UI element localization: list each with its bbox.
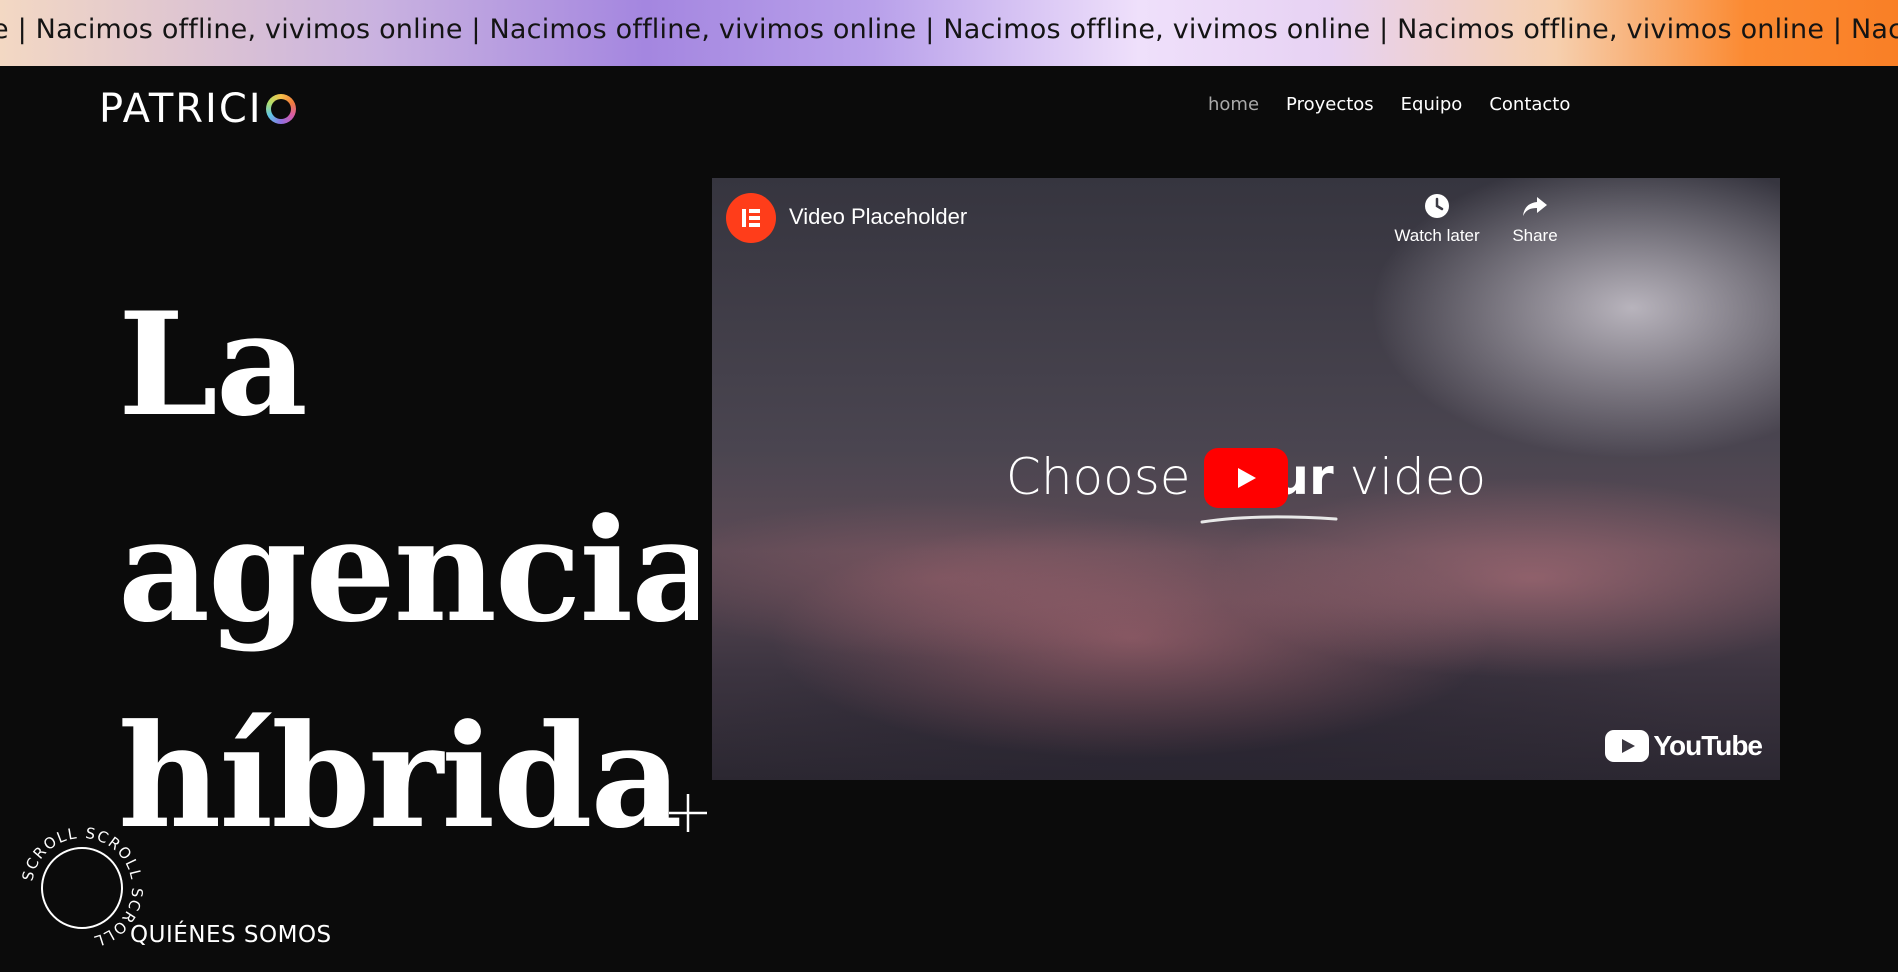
logo[interactable]: PATRICI	[99, 86, 296, 132]
video-embed[interactable]: Video Placeholder Watch later Share Choo…	[712, 178, 1780, 780]
underline-swoosh	[1200, 515, 1338, 524]
nav-proyectos[interactable]: Proyectos	[1286, 94, 1374, 115]
center-text-post: video	[1333, 448, 1487, 506]
hero-title: La agencia híbrida	[118, 262, 698, 882]
marquee-text: e | Nacimos offline, vivimos online | Na…	[0, 14, 1898, 45]
play-button[interactable]	[1204, 448, 1288, 508]
watch-later-label: Watch later	[1394, 226, 1480, 245]
share-icon	[1523, 197, 1547, 216]
play-icon	[1238, 468, 1256, 488]
video-title[interactable]: Video Placeholder	[789, 204, 967, 230]
plus-icon	[669, 794, 707, 832]
hero-line-1: La	[118, 282, 308, 448]
logo-o-icon	[265, 94, 296, 124]
scroll-badge[interactable]: SCROLL SCROLL SCROLL	[20, 826, 144, 950]
clock-icon	[1425, 194, 1449, 218]
youtube-wordmark: YouTube	[1653, 730, 1763, 761]
nav-home[interactable]: home	[1208, 94, 1259, 115]
share-button[interactable]: Share	[1485, 192, 1585, 246]
scroll-ring-text: SCROLL SCROLL SCROLL	[20, 826, 144, 950]
hero-line-3: híbrida	[118, 694, 683, 860]
nav-contacto[interactable]: Contacto	[1489, 94, 1570, 115]
logo-text: PATRICI	[99, 86, 263, 132]
share-label: Share	[1512, 226, 1558, 245]
center-text-pre: Choose	[1005, 448, 1207, 506]
main-nav: home Proyectos Equipo Contacto	[1208, 94, 1597, 115]
elementor-icon	[742, 209, 760, 227]
nav-equipo[interactable]: Equipo	[1401, 94, 1463, 115]
scroll-circle	[41, 847, 123, 929]
marquee-banner: e | Nacimos offline, vivimos online | Na…	[0, 0, 1898, 66]
youtube-icon	[1605, 730, 1650, 762]
hero-line-2: agencia	[118, 488, 698, 654]
quienes-somos-link[interactable]: QUIÉNES SOMOS	[130, 922, 332, 948]
channel-avatar[interactable]	[726, 193, 776, 243]
youtube-logo[interactable]: YouTube	[1605, 730, 1763, 762]
watch-later-button[interactable]: Watch later	[1387, 192, 1487, 246]
